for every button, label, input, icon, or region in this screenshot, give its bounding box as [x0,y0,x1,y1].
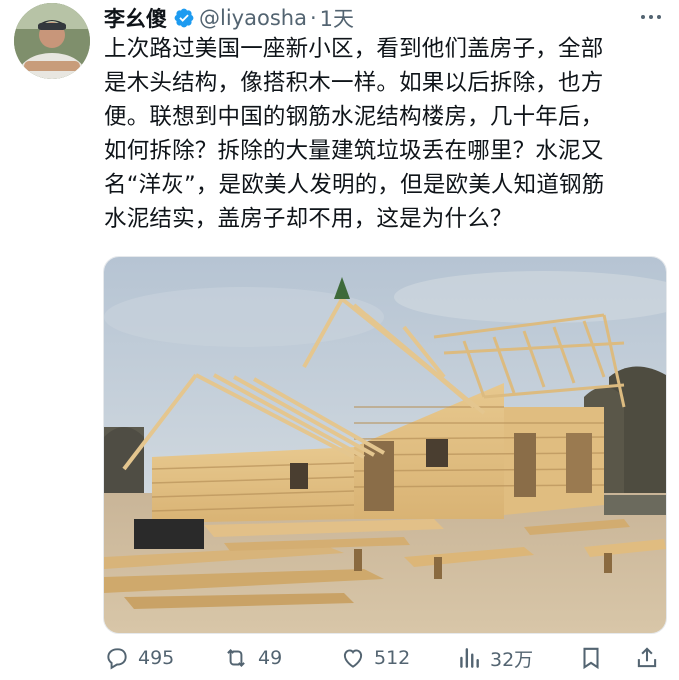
retweet-count: 49 [258,647,283,669]
reply-icon [107,648,127,670]
heart-icon [343,649,363,668]
tweet-photo[interactable] [103,256,667,634]
wooden-house-image [104,257,666,633]
avatar[interactable] [14,3,90,79]
reply-button[interactable]: 495 [104,640,174,676]
share-icon [637,647,657,668]
more-icon[interactable] [639,7,663,27]
retweet-icon [227,649,245,667]
avatar-image [14,3,90,79]
views-count: 32万 [490,648,534,671]
reply-count: 495 [138,647,175,669]
display-name[interactable]: 李幺傻 [104,3,167,33]
views-icon [460,648,479,668]
bookmark-button[interactable] [578,640,612,676]
bookmark-icon [583,647,599,670]
tweet-header: 李幺傻 @liyaosha · 1天 [104,3,665,33]
tweet-text: 上次路过美国一座新小区，看到他们盖房子，全部 是木头结构，像搭积木一样。如果以后… [104,36,605,232]
retweet-button[interactable]: 49 [222,640,282,676]
separator-dot: · [309,6,317,30]
views-button[interactable]: 32万 [456,640,533,676]
like-button[interactable]: 512 [340,640,410,676]
share-button[interactable] [634,640,668,676]
like-count: 512 [374,647,411,669]
tweet-actions: 495 49 512 32万 [104,640,666,676]
tweet-time[interactable]: 1天 [320,3,354,33]
user-handle[interactable]: @liyaosha [199,6,307,30]
verified-badge-icon [174,8,194,28]
